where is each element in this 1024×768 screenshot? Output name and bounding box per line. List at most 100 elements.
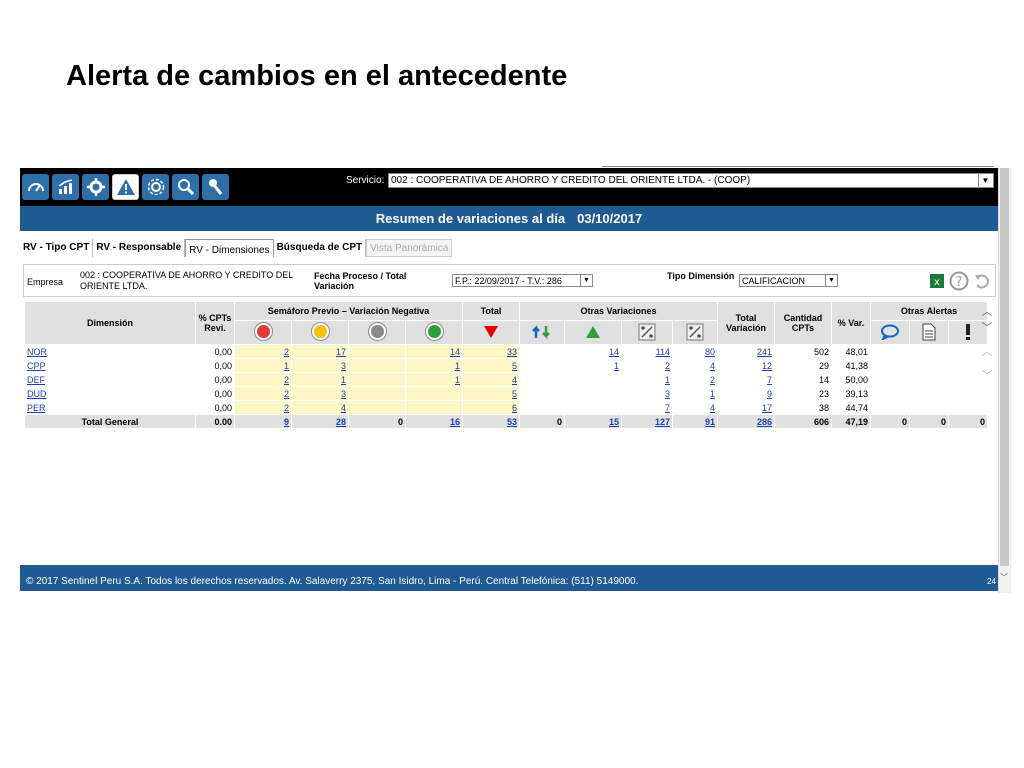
tab-bar: RV - Tipo CPT RV - Responsable RV - Dime…: [20, 239, 453, 260]
cell-gray: [348, 386, 406, 401]
dimension-link[interactable]: PER: [27, 403, 46, 413]
tab-rv-responsable[interactable]: RV - Responsable: [93, 239, 186, 257]
cell-red-link[interactable]: 2: [284, 375, 289, 385]
wrench-icon[interactable]: [202, 174, 229, 200]
settings-icon[interactable]: [142, 174, 169, 200]
chevron-down-icon[interactable]: ﹀: [1000, 572, 1008, 583]
cell-green-link[interactable]: 14: [450, 347, 460, 357]
cell-v4-link[interactable]: 80: [705, 347, 715, 357]
total-tv-link[interactable]: 286: [757, 417, 772, 427]
chevron-up-icon[interactable]: ︿: [978, 303, 996, 319]
cell-alert-1: [870, 400, 910, 415]
cell-tv-link[interactable]: 7: [767, 375, 772, 385]
col-pct-var: % Var.: [831, 301, 871, 345]
cell-green-link[interactable]: 1: [455, 361, 460, 371]
top-divider: [602, 166, 994, 167]
dimension-link[interactable]: CPP: [27, 361, 46, 371]
scrollbar-thumb[interactable]: [1000, 168, 1009, 566]
cell-alert-2: [909, 344, 949, 359]
cell-total-link[interactable]: 5: [512, 361, 517, 371]
cell-gray: [348, 344, 406, 359]
tab-rv-tipo-cpt[interactable]: RV - Tipo CPT: [20, 239, 94, 257]
cell-v1: [519, 400, 565, 415]
tab-rv-dimensiones[interactable]: RV - Dimensiones: [185, 239, 274, 257]
cell-yellow-link[interactable]: 3: [341, 361, 346, 371]
table-row: DUD 0,00 2 3 5 3 1 9 23 39,13: [24, 386, 988, 401]
cell-total-link[interactable]: 33: [507, 347, 517, 357]
total-gray: 0: [348, 414, 406, 429]
total-yellow-link[interactable]: 28: [336, 417, 346, 427]
dashboard-icon[interactable]: [22, 174, 49, 200]
cell-tv-link[interactable]: 241: [757, 347, 772, 357]
service-select[interactable]: 002 : COOPERATIVA DE AHORRO Y CREDITO DE…: [388, 173, 994, 188]
summary-banner: Resumen de variaciones al día 03/10/2017: [20, 206, 998, 231]
chevron-down-icon[interactable]: ▼: [580, 275, 592, 286]
cell-alert-1: [870, 372, 910, 387]
cell-v2-link[interactable]: 14: [609, 347, 619, 357]
cell-red-link[interactable]: 2: [284, 403, 289, 413]
cell-v3-link[interactable]: 7: [665, 403, 670, 413]
page-scrollbar[interactable]: ﹀: [998, 168, 1011, 593]
fecha-select-value: F.P.: 22/09/2017 - T.V.: 286: [455, 276, 562, 286]
cell-v3-link[interactable]: 1: [665, 375, 670, 385]
total-v2-link[interactable]: 15: [609, 417, 619, 427]
chevron-down-icon[interactable]: ﹀: [978, 367, 996, 383]
cell-red-link[interactable]: 2: [284, 347, 289, 357]
cell-pct: 39,13: [831, 386, 871, 401]
chart-icon[interactable]: [52, 174, 79, 200]
total-v4-link[interactable]: 91: [705, 417, 715, 427]
cell-alert-1: [870, 386, 910, 401]
cell-yellow-link[interactable]: 4: [341, 403, 346, 413]
chevron-down-icon[interactable]: ▼: [825, 275, 837, 286]
cell-v4-link[interactable]: 2: [710, 375, 715, 385]
cell-total-link[interactable]: 4: [512, 375, 517, 385]
dimension-link[interactable]: NOR: [27, 347, 47, 357]
cell-yellow-link[interactable]: 3: [341, 389, 346, 399]
cell-v2-link[interactable]: 1: [614, 361, 619, 371]
banner-date: 03/10/2017: [577, 211, 643, 226]
table-row: CPP 0,00 1 3 1 5 1 2 4 12 29 41,38: [24, 358, 988, 373]
cell-yellow-link[interactable]: 1: [341, 375, 346, 385]
dimension-link[interactable]: DEF: [27, 375, 45, 385]
cell-v3-link[interactable]: 2: [665, 361, 670, 371]
red-light-icon: [234, 320, 292, 345]
cell-gray: [348, 358, 406, 373]
total-total-link[interactable]: 53: [507, 417, 517, 427]
fecha-select[interactable]: F.P.: 22/09/2017 - T.V.: 286 ▼: [452, 274, 593, 287]
cell-yellow-link[interactable]: 17: [336, 347, 346, 357]
cell-v4-link[interactable]: 4: [710, 403, 715, 413]
cell-total-link[interactable]: 5: [512, 389, 517, 399]
total-v3-link[interactable]: 127: [655, 417, 670, 427]
alert-icon[interactable]: [112, 174, 139, 200]
cell-alert-2: [909, 358, 949, 373]
chevron-down-icon[interactable]: ▼: [978, 174, 992, 187]
total-green-link[interactable]: 16: [450, 417, 460, 427]
help-icon[interactable]: ?: [949, 271, 969, 291]
comment-icon: [870, 320, 910, 345]
tab-busqueda-cpt[interactable]: Búsqueda de CPT: [274, 239, 367, 257]
cell-red-link[interactable]: 1: [284, 361, 289, 371]
search-icon[interactable]: [172, 174, 199, 200]
cell-green-link[interactable]: 1: [455, 375, 460, 385]
undo-icon[interactable]: [973, 272, 991, 290]
chevron-up-icon[interactable]: ︿: [978, 343, 996, 359]
gear-icon[interactable]: [82, 174, 109, 200]
swap-arrows-icon: [519, 320, 565, 345]
cell-red-link[interactable]: 2: [284, 389, 289, 399]
tipo-select[interactable]: CALIFICACION ▼: [739, 274, 838, 287]
footer: © 2017 Sentinel Peru S.A. Todos los dere…: [20, 565, 998, 591]
excel-icon[interactable]: x: [929, 273, 945, 289]
cell-v3-link[interactable]: 114: [656, 347, 670, 357]
cell-total-link[interactable]: 6: [512, 403, 517, 413]
cell-v4-link[interactable]: 1: [710, 389, 715, 399]
cell-tv-link[interactable]: 17: [762, 403, 772, 413]
total-red-link[interactable]: 9: [284, 417, 289, 427]
col-total: Total: [462, 301, 520, 321]
cell-v3-link[interactable]: 3: [665, 389, 670, 399]
up-triangle-icon: [564, 320, 622, 345]
cell-tv-link[interactable]: 9: [767, 389, 772, 399]
chevron-down-icon[interactable]: ﹀: [978, 319, 996, 335]
cell-v4-link[interactable]: 4: [710, 361, 715, 371]
cell-tv-link[interactable]: 12: [762, 361, 772, 371]
dimension-link[interactable]: DUD: [27, 389, 47, 399]
